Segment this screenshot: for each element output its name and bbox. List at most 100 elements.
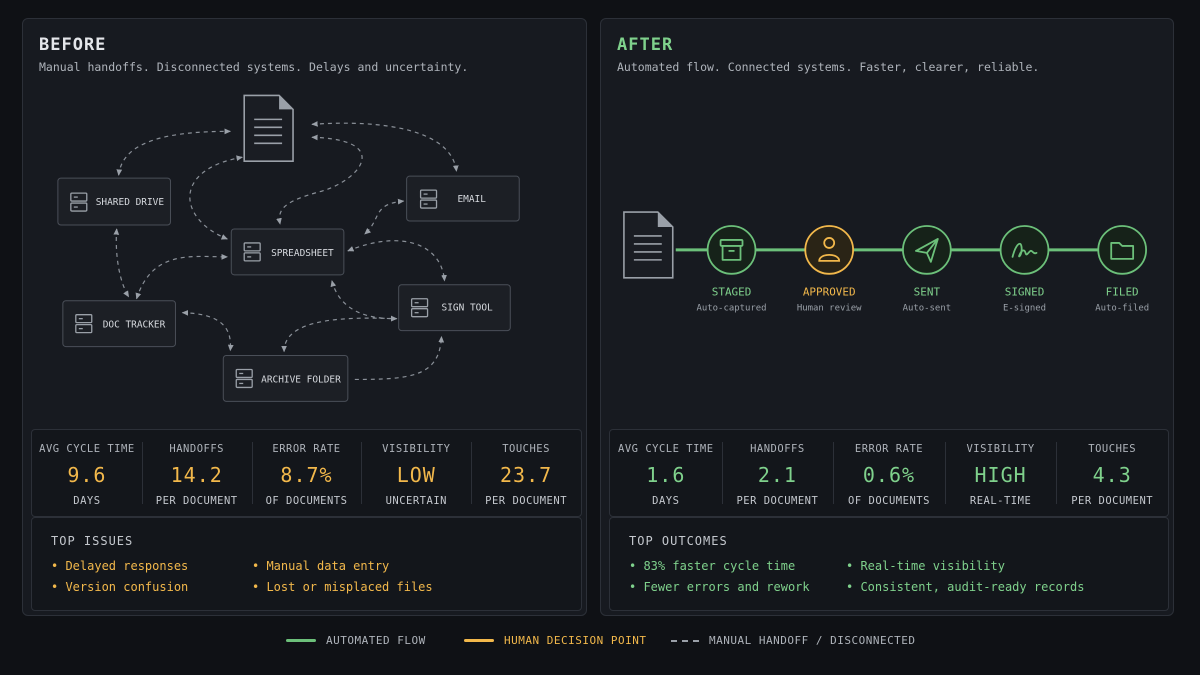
metric-handoffs: HANDOFFS 14.2 PER DOCUMENT: [141, 430, 252, 516]
metric-label: VISIBILITY: [382, 443, 451, 455]
step-sub: Human review: [797, 304, 862, 314]
node-archive-folder: ARCHIVE FOLDER: [222, 355, 349, 402]
after-title: AFTER: [617, 35, 674, 55]
metric-value: 0.6%: [862, 463, 916, 487]
metric-value: HIGH: [974, 463, 1027, 487]
metric-label: ERROR RATE: [272, 443, 341, 455]
node-doc-tracker: DOC TRACKER: [62, 300, 176, 348]
metric-unit: OF DOCUMENTS: [848, 495, 930, 507]
after-panel: AFTER Automated flow. Connected systems.…: [600, 18, 1174, 616]
metric-label: TOUCHES: [1088, 443, 1137, 455]
issue-item: • Lost or misplaced files: [252, 580, 433, 594]
metric-label: VISIBILITY: [966, 443, 1035, 455]
step-label: SIGNED: [1005, 286, 1045, 299]
handoff-doc-spreadsheet-left: [189, 155, 243, 240]
node-shared-drive: SHARED DRIVE: [57, 177, 171, 226]
legend-label: AUTOMATED FLOW: [326, 634, 426, 647]
metric-label: AVG CYCLE TIME: [618, 443, 714, 455]
metric-touches: TOUCHES 23.7 PER DOCUMENT: [471, 430, 581, 516]
before-title: BEFORE: [39, 35, 107, 55]
legend-label: HUMAN DECISION POINT: [504, 634, 647, 647]
legend: AUTOMATED FLOW HUMAN DECISION POINT MANU…: [0, 634, 1200, 650]
legend-manual: MANUAL HANDOFF / DISCONNECTED: [671, 634, 916, 647]
node-spreadsheet: SPREADSHEET: [230, 228, 345, 276]
issue-item: • Delayed responses: [51, 559, 189, 573]
issue-item: • Manual data entry: [252, 559, 390, 573]
legend-swatch: [671, 639, 699, 642]
metric-handoffs: HANDOFFS 2.1 PER DOCUMENT: [721, 430, 834, 516]
metric-avg-cycle-time: AVG CYCLE TIME 1.6 DAYS: [610, 430, 722, 516]
handoff-drive-doc: [116, 128, 231, 176]
metric-unit: DAYS: [652, 495, 680, 507]
step-label: FILED: [1106, 286, 1139, 299]
before-subtitle: Manual handoffs. Disconnected systems. D…: [39, 60, 469, 74]
step-sub: Auto-filed: [1095, 304, 1149, 314]
legend-label: MANUAL HANDOFF / DISCONNECTED: [709, 634, 916, 647]
before-panel: BEFORE Manual handoffs. Disconnected sys…: [22, 18, 587, 616]
before-diagram: SHARED DRIVE EMAIL SPREADSHEET SIGN TOOL…: [57, 94, 520, 402]
metric-unit: PER DOCUMENT: [736, 495, 819, 507]
metric-value: 14.2: [170, 463, 223, 487]
step-label: STAGED: [712, 286, 752, 299]
after-subtitle: Automated flow. Connected systems. Faste…: [617, 60, 1040, 74]
outcome-item: • Consistent, audit-ready records: [846, 580, 1085, 594]
node-label: SHARED DRIVE: [96, 197, 165, 208]
step-sub: Auto-captured: [697, 304, 767, 314]
node-label: SIGN TOOL: [442, 303, 494, 314]
handoff-archive-sign: [281, 315, 398, 353]
metric-value: 23.7: [500, 463, 553, 487]
node-label: EMAIL: [457, 194, 486, 205]
outcome-item: • 83% faster cycle time: [629, 559, 796, 573]
metric-error-rate: ERROR RATE 8.7% OF DOCUMENTS: [251, 430, 362, 516]
node-email: EMAIL: [406, 175, 520, 222]
handoff-drive-tracker: [113, 228, 130, 298]
step-signed: SIGNED E-signed: [999, 225, 1050, 314]
step-sub: Auto-sent: [903, 304, 952, 314]
metric-label: HANDOFFS: [750, 443, 805, 455]
step-label: APPROVED: [803, 286, 856, 299]
metric-label: AVG CYCLE TIME: [39, 443, 135, 455]
metric-value: 2.1: [757, 463, 797, 487]
issue-item: • Version confusion: [51, 580, 189, 594]
top-issues-box: TOP ISSUES • Delayed responses • Manual …: [31, 517, 582, 611]
legend-automated: AUTOMATED FLOW: [286, 634, 426, 647]
step-label: SENT: [914, 286, 941, 299]
step-approved: APPROVED Human review: [797, 225, 862, 314]
metric-unit: REAL-TIME: [969, 495, 1032, 507]
metric-value: 1.6: [646, 463, 686, 487]
metric-unit: DAYS: [73, 495, 101, 507]
metric-value: LOW: [396, 463, 436, 487]
step-filed: FILED Auto-filed: [1095, 225, 1149, 314]
metric-value: 8.7%: [280, 463, 333, 487]
node-label: ARCHIVE FOLDER: [261, 374, 341, 385]
metric-unit: OF DOCUMENTS: [265, 495, 348, 507]
handoff-spreadsheet-sign-low: [330, 280, 398, 322]
metric-unit: PER DOCUMENT: [1071, 495, 1154, 507]
after-metrics: AVG CYCLE TIME 1.6 DAYS HANDOFFS 2.1 PER…: [609, 429, 1169, 517]
metric-value: 4.3: [1092, 463, 1132, 487]
step-sub: E-signed: [1003, 304, 1046, 314]
metric-unit: PER DOCUMENT: [155, 495, 238, 507]
step-staged: STAGED Auto-captured: [697, 225, 767, 314]
handoff-tracker-spreadsheet: [135, 254, 228, 300]
handoff-tracker-archive: [181, 309, 234, 352]
metric-unit: UNCERTAIN: [385, 495, 447, 507]
handoff-email-spreadsheet: [364, 198, 405, 235]
after-diagram: STAGED Auto-captured APPROVED Human revi…: [623, 211, 1149, 314]
metric-visibility: VISIBILITY HIGH REAL-TIME: [944, 430, 1057, 516]
metric-label: ERROR RATE: [854, 443, 924, 455]
metric-label: TOUCHES: [502, 443, 550, 455]
step-sent: SENT Auto-sent: [902, 225, 952, 314]
outcome-item: • Real-time visibility: [846, 559, 1005, 573]
document-icon: [623, 211, 674, 279]
metric-label: HANDOFFS: [169, 443, 224, 455]
legend-swatch: [464, 639, 494, 642]
metric-error-rate: ERROR RATE 0.6% OF DOCUMENTS: [833, 430, 945, 516]
metric-visibility: VISIBILITY LOW UNCERTAIN: [361, 430, 471, 516]
legend-human: HUMAN DECISION POINT: [464, 634, 646, 647]
metric-unit: PER DOCUMENT: [485, 495, 568, 507]
metric-touches: TOUCHES 4.3 PER DOCUMENT: [1056, 430, 1168, 516]
before-metrics: AVG CYCLE TIME 9.6 DAYS HANDOFFS 14.2 PE…: [31, 429, 582, 517]
handoff-spreadsheet-sign: [347, 240, 447, 282]
node-label: DOC TRACKER: [103, 320, 166, 331]
